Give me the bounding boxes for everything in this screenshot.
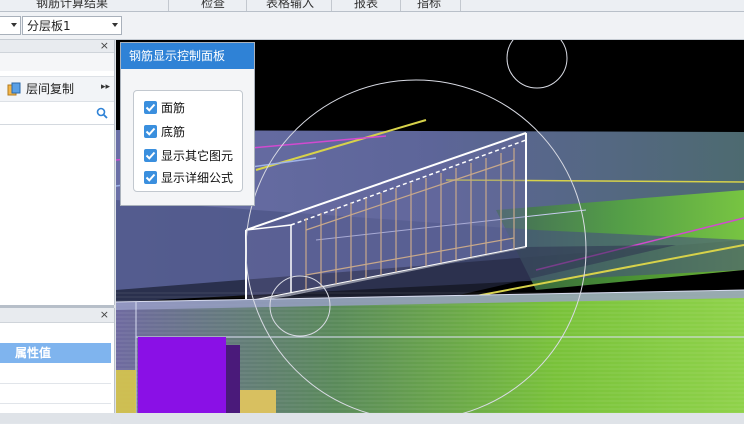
menu-table-input[interactable]: 表格输入: [266, 0, 314, 11]
checkbox-checked-icon: [144, 171, 157, 184]
close-icon[interactable]: ×: [100, 40, 109, 51]
layer-combo[interactable]: 分层板1: [22, 16, 122, 35]
checkbox-checked-icon: [144, 125, 157, 138]
toolbar: 分层板1: [0, 12, 744, 40]
menu-divider: [400, 0, 401, 11]
table-row[interactable]: [0, 384, 111, 404]
menu-report[interactable]: 报表: [354, 0, 378, 11]
panel-header: ×: [0, 40, 114, 53]
table-row[interactable]: [0, 404, 111, 424]
menu-check[interactable]: 检查: [201, 0, 225, 11]
checkbox-checked-icon: [144, 101, 157, 114]
control-panel-title-bar[interactable]: 钢筋显示控制面板: [121, 43, 254, 69]
layer-copy-label: 层间复制: [26, 82, 75, 96]
copy-icon: [7, 82, 21, 96]
bottom-rebar-label: 底筋: [161, 125, 186, 139]
menu-index[interactable]: 指标: [417, 0, 441, 11]
more-icon[interactable]: ▸▸: [101, 82, 110, 92]
layer-combo-value: 分层板1: [27, 19, 71, 33]
layer-copy-button[interactable]: 层间复制 ▸▸: [0, 76, 114, 102]
top-rebar-label: 面筋: [161, 101, 186, 115]
chevron-down-icon: [112, 23, 118, 27]
option-group: 面筋 底筋 显示其它图元 显示详细公式: [133, 90, 243, 192]
property-panel: × 属性值: [0, 308, 115, 424]
menu-divider: [246, 0, 247, 11]
rebar-display-control-panel: 钢筋显示控制面板 面筋 底筋 显示其它图元 显示详细公式: [120, 42, 255, 206]
menu-divider: [331, 0, 332, 11]
menu-divider: [168, 0, 169, 11]
control-panel-title: 钢筋显示控制面板: [129, 49, 226, 63]
checkbox-checked-icon: [144, 149, 157, 162]
panel-strip: [0, 53, 114, 71]
property-value-heading: 属性值: [15, 346, 52, 360]
search-input[interactable]: [0, 104, 114, 125]
menu-bar: 钢筋计算结果 检查 表格输入 报表 指标: [0, 0, 744, 12]
property-column-header: 属性值: [0, 343, 111, 363]
menu-divider: [460, 0, 461, 11]
show-other-elements-label: 显示其它图元: [161, 149, 234, 163]
purple-column: [138, 337, 226, 413]
chevron-down-icon: [11, 23, 17, 27]
menu-rebar-results[interactable]: 钢筋计算结果: [36, 0, 108, 11]
close-icon[interactable]: ×: [100, 309, 109, 320]
left-panel: × 层间复制 ▸▸: [0, 40, 115, 305]
search-icon[interactable]: [96, 107, 108, 119]
show-detailed-formula-label: 显示详细公式: [161, 171, 234, 185]
table-row[interactable]: [0, 364, 111, 384]
property-panel-header: ×: [0, 308, 114, 323]
floor-combo[interactable]: [0, 16, 21, 35]
